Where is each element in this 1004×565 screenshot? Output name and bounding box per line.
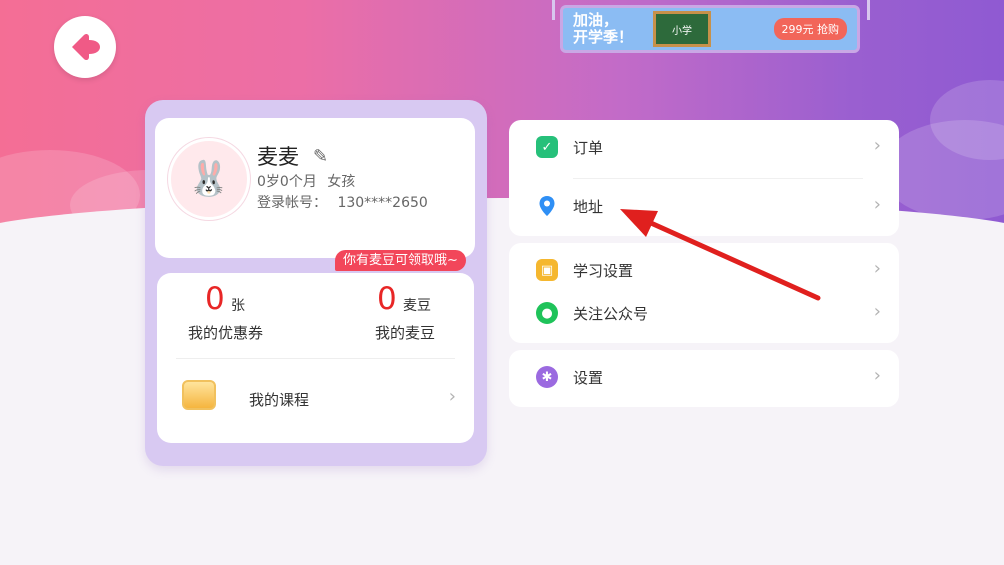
bean-tip-badge[interactable]: 你有麦豆可领取哦~	[335, 250, 466, 271]
menu-divider	[573, 178, 863, 179]
study-settings-icon: ▣	[536, 259, 558, 281]
account-label: 登录帐号：	[257, 195, 327, 211]
bean-unit: 麦豆	[403, 298, 431, 314]
banner-slogan: 加油， 开学季！	[573, 12, 643, 46]
menu-item-order[interactable]: ✓ 订单 ›	[509, 126, 899, 170]
chevron-right-icon: ›	[448, 386, 456, 407]
banner-board[interactable]: 加油， 开学季！ 小学 299元 抢购	[560, 5, 860, 53]
banner-slogan-line2: 开学季！	[573, 28, 634, 46]
location-pin-icon	[536, 195, 558, 217]
user-name: 麦麦	[257, 145, 299, 169]
course-box-icon	[182, 380, 216, 410]
user-age: 0岁0个月	[257, 174, 317, 190]
order-icon: ✓	[536, 136, 558, 158]
back-button[interactable]	[54, 16, 116, 78]
menu-label-order: 订单	[573, 139, 604, 157]
back-arrow-icon	[72, 33, 100, 61]
gear-icon: ✱	[536, 366, 558, 388]
bunny-avatar-icon: 🐰	[187, 159, 231, 199]
banner-price-tag[interactable]: 299元 抢购	[773, 18, 847, 40]
bean-count: 0	[377, 281, 397, 317]
chevron-right-icon: ›	[873, 301, 881, 322]
chevron-right-icon: ›	[873, 194, 881, 215]
annotation-arrow	[620, 209, 821, 301]
my-courses-label: 我的课程	[249, 391, 310, 409]
banner-string-left	[552, 0, 555, 20]
user-gender: 女孩	[327, 174, 356, 190]
wechat-icon: ●	[536, 302, 558, 324]
chevron-right-icon: ›	[873, 135, 881, 156]
avatar[interactable]: 🐰	[168, 138, 250, 220]
coupon-count: 0	[205, 281, 225, 317]
user-meta: 0岁0个月 女孩	[257, 171, 355, 191]
account-value: 130****2650	[337, 195, 428, 211]
chalkboard-illustration: 小学	[653, 11, 711, 47]
menu-item-settings[interactable]: ✱ 设置 ›	[509, 356, 899, 400]
pencil-icon[interactable]: ✎	[313, 146, 328, 167]
bean-label: 我的麦豆	[375, 324, 436, 342]
banner-slogan-line1: 加油，	[573, 11, 619, 29]
menu-group-3: ✱ 设置 ›	[509, 350, 899, 407]
banner-string-right	[867, 0, 870, 20]
coupon-label: 我的优惠券	[188, 324, 264, 342]
chevron-right-icon: ›	[873, 258, 881, 279]
promo-banner[interactable]: 加油， 开学季！ 小学 299元 抢购	[548, 0, 874, 56]
menu-label-address: 地址	[573, 198, 604, 216]
stats-divider	[176, 358, 455, 359]
chevron-right-icon: ›	[873, 365, 881, 386]
my-courses-row[interactable]: 我的课程 ›	[176, 374, 456, 424]
user-account: 登录帐号： 130****2650	[257, 192, 428, 212]
menu-label-settings: 设置	[573, 369, 604, 387]
coupon-unit: 张	[231, 298, 245, 314]
